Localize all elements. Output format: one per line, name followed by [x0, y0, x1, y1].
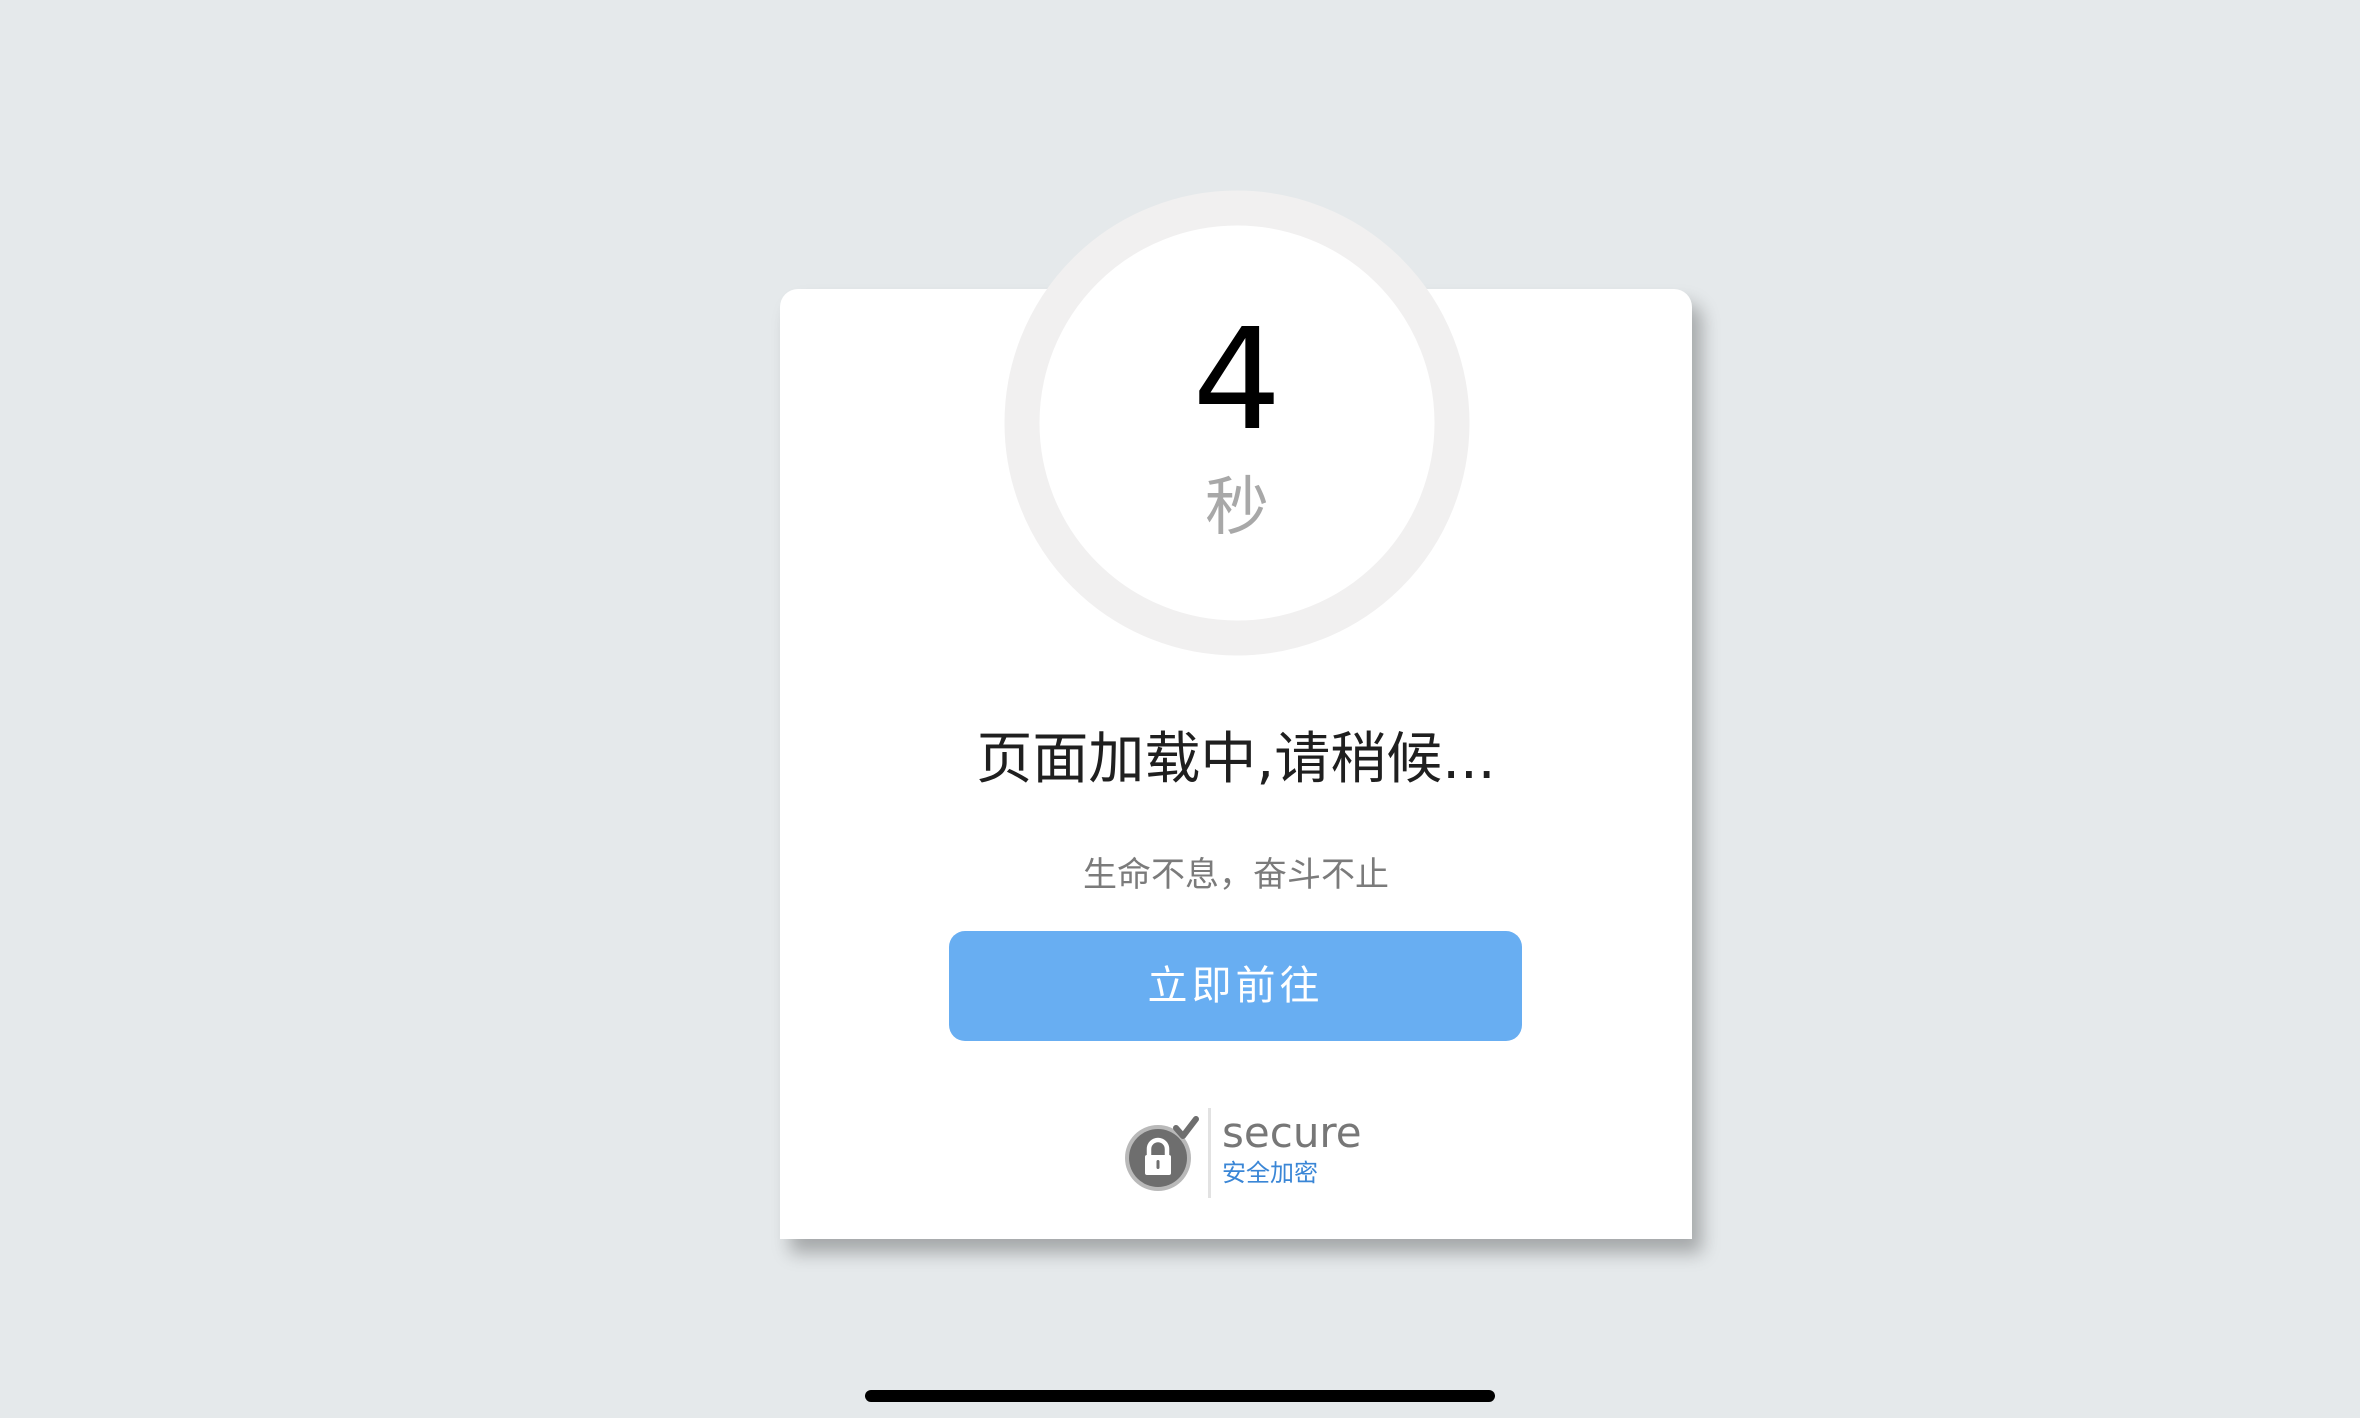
loading-subtitle: 生命不息，奋斗不止: [1083, 855, 1389, 895]
screen: 4 秒 页面加载中,请稍候... 生命不息，奋斗不止 立即前往 secure 安…: [0, 0, 2360, 1418]
secure-badge: secure 安全加密: [1122, 1108, 1362, 1200]
badge-divider: [1208, 1108, 1211, 1198]
countdown-ring: 4 秒: [1002, 188, 1472, 658]
loading-title: 页面加载中,请稍候...: [976, 727, 1496, 792]
countdown-number: 4: [1192, 299, 1282, 462]
go-now-button[interactable]: 立即前往: [949, 931, 1522, 1041]
secure-sublabel: 安全加密: [1222, 1159, 1318, 1187]
home-indicator[interactable]: [865, 1390, 1495, 1402]
countdown-unit: 秒: [1205, 471, 1269, 545]
lock-check-icon: [1125, 1116, 1199, 1191]
secure-label: secure: [1222, 1108, 1362, 1157]
